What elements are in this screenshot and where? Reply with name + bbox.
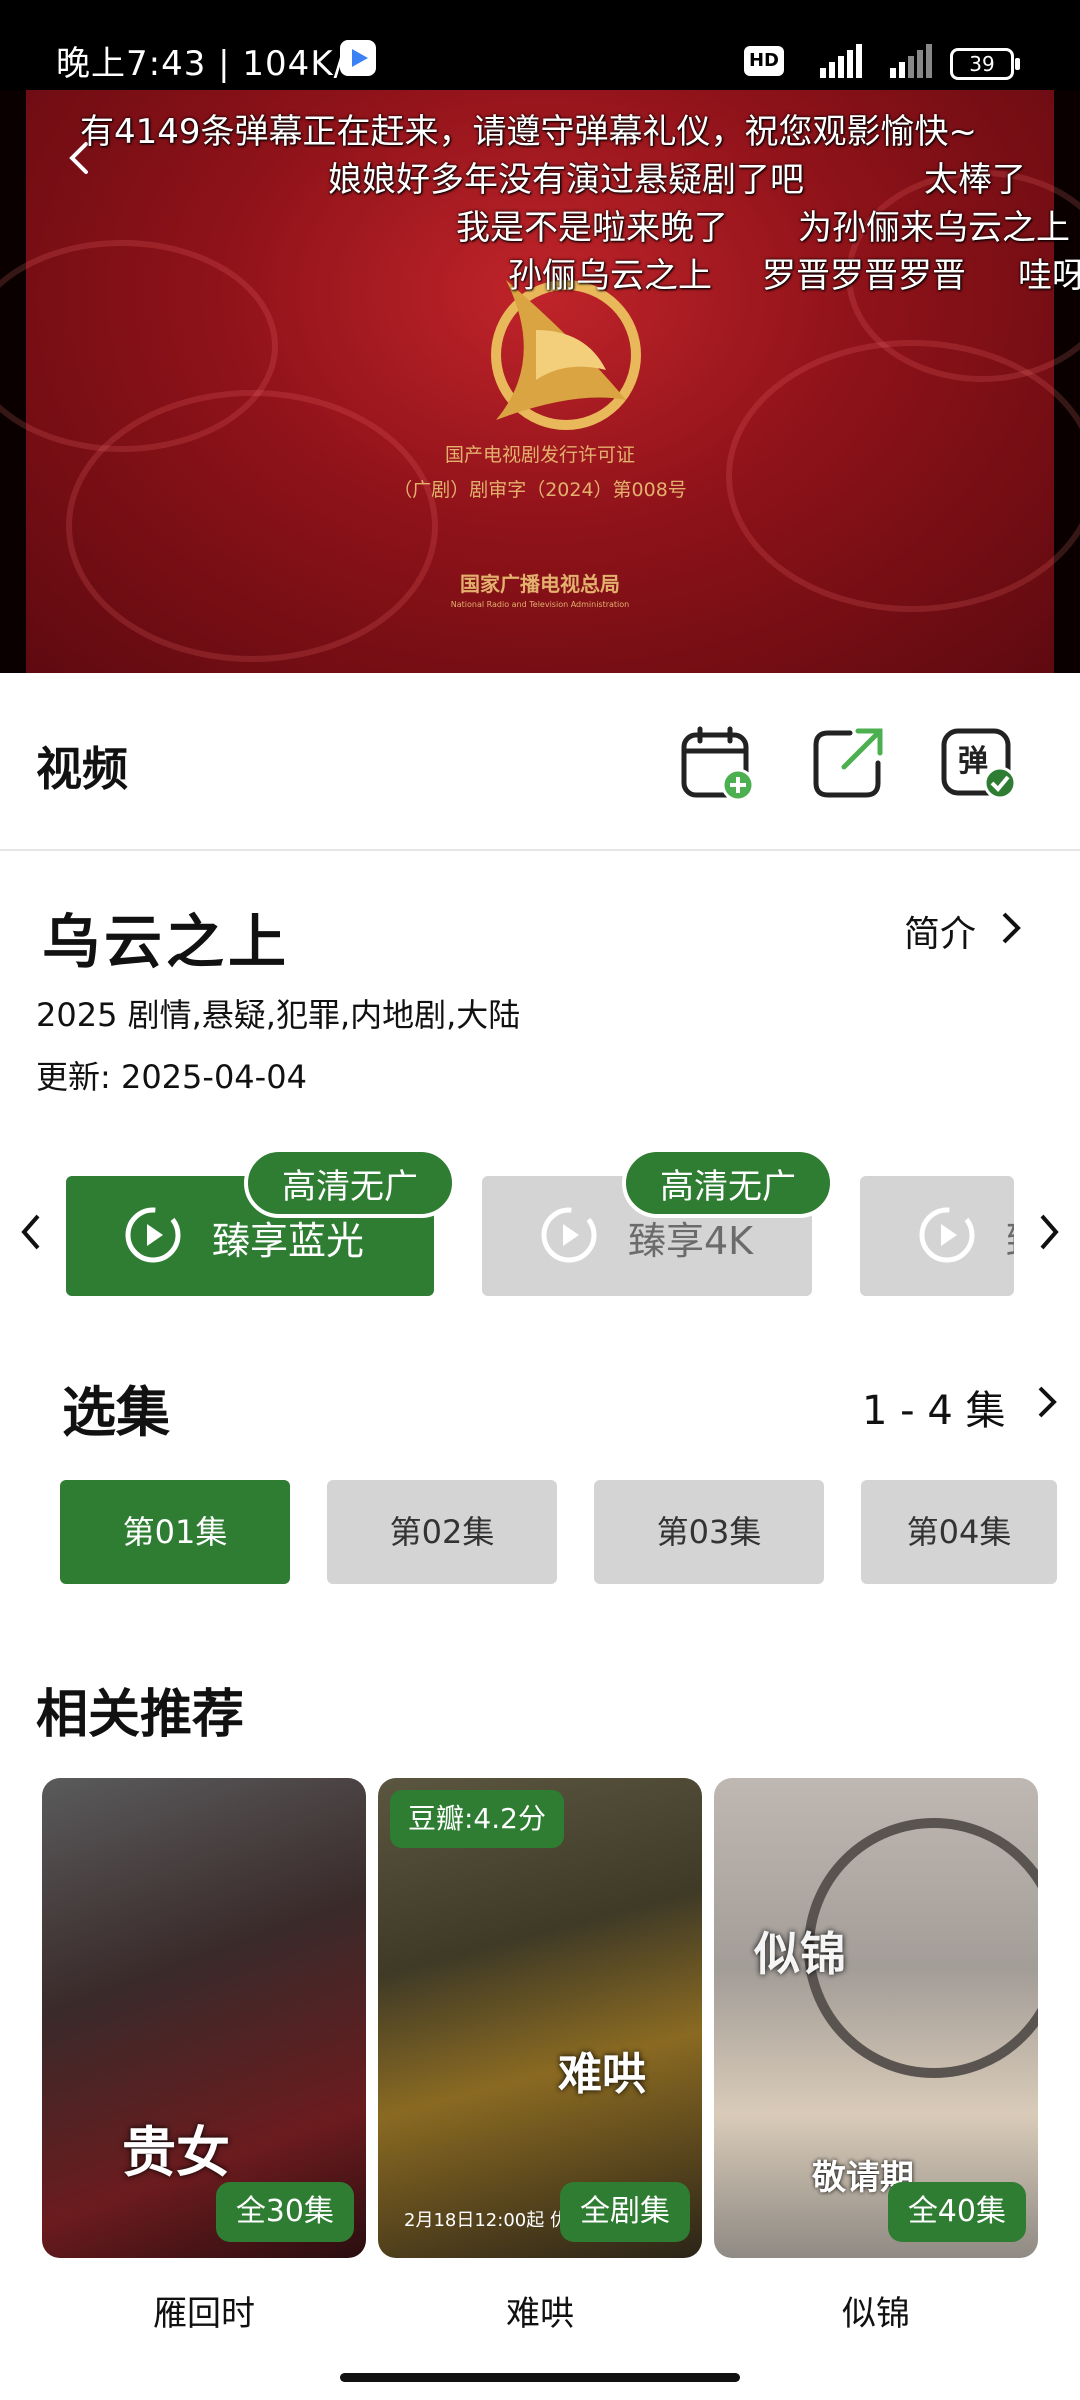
source-label: 臻	[1006, 1210, 1014, 1265]
danmu-icon-label: 弹	[958, 744, 988, 779]
danmu-comment: 我是不是啦来晚了	[456, 208, 728, 248]
poster-title: 贵女	[122, 2121, 230, 2184]
source-badge: 高清无广	[244, 1148, 456, 1218]
show-meta: 2025 剧情,悬疑,犯罪,内地剧,大陆	[36, 996, 521, 1034]
status-time: 晚上7:43 | 104K/s	[56, 44, 365, 84]
chevron-right-icon[interactable]	[998, 908, 1026, 948]
source-third[interactable]: 臻	[860, 1176, 1014, 1296]
video-app-icon	[340, 40, 376, 76]
episode-button[interactable]: 第01集	[60, 1480, 290, 1584]
signal-5g-icon	[820, 44, 862, 78]
episode-button[interactable]: 第02集	[327, 1480, 557, 1584]
play-icon	[541, 1207, 597, 1263]
danmu-comment: 哇呀	[1018, 256, 1080, 296]
recommend-card[interactable]: 贵女 全30集	[42, 1778, 366, 2258]
danmu-comment: 娘娘好多年没有演过悬疑剧了吧	[328, 160, 804, 200]
source-badge: 高清无广	[622, 1148, 834, 1218]
chevron-right-icon[interactable]	[1034, 1210, 1064, 1254]
danmu-comment: 有4149条弹幕正在赶来，请遵守弹幕礼仪，祝您观影愉快~	[80, 112, 978, 152]
show-update: 更新: 2025-04-04	[36, 1058, 307, 1096]
episode-button[interactable]: 第03集	[594, 1480, 824, 1584]
danmu-comment: 为孙俪来乌云之上	[798, 208, 1070, 248]
page-title: 视频	[36, 742, 128, 796]
source-selector: 臻享蓝光 高清无广 臻享4K 高清无广 臻	[0, 1148, 1080, 1300]
battery-level: 39	[969, 52, 995, 76]
poster-title: 难哄	[558, 2049, 646, 2100]
show-title: 乌云之上	[42, 908, 291, 976]
douban-score-badge: 豆瓣:4.2分	[390, 1790, 564, 1848]
battery-icon: 39	[950, 48, 1020, 80]
recommend-name[interactable]: 雁回时	[42, 2286, 366, 2335]
episode-count-badge: 全剧集	[560, 2182, 690, 2242]
recommend-name[interactable]: 难哄	[378, 2286, 702, 2335]
add-to-calendar-icon[interactable]	[680, 725, 756, 801]
recommend-name[interactable]: 似锦	[714, 2286, 1038, 2335]
status-bar: 晚上7:43 | 104K/s HD 39	[0, 0, 1080, 90]
play-icon	[125, 1207, 181, 1263]
recommend-card[interactable]: 豆瓣:4.2分 难哄 2月18日12:00起 优酷 酷喵TV 全剧集	[378, 1778, 702, 2258]
poster-title: 似锦	[754, 1927, 846, 1981]
org-name: 国家广播电视总局	[460, 572, 620, 596]
danmu-comment: 罗晋罗晋罗晋	[762, 256, 966, 296]
poster-date: 2月18日12:00起 优酷 酷喵TV	[404, 2210, 574, 2231]
danmu-comment: 太棒了	[924, 160, 1026, 200]
danmu-toggle-icon[interactable]: 弹	[940, 725, 1016, 801]
danmu-comment: 孙俪乌云之上	[508, 256, 712, 296]
license-number: （广剧）剧审字（2024）第008号	[393, 479, 687, 501]
org-name-en: National Radio and Television Administra…	[450, 600, 630, 609]
cloud-decoration	[66, 390, 438, 662]
hd-voice-icon: HD	[744, 46, 784, 76]
episode-count-badge: 全30集	[215, 2182, 354, 2242]
recommend-card[interactable]: 似锦 敬请期 全40集	[714, 1778, 1038, 2258]
home-indicator[interactable]	[340, 2373, 740, 2382]
video-header: 视频 弹	[0, 673, 1080, 851]
play-icon	[919, 1207, 975, 1263]
intro-link[interactable]: 简介	[904, 905, 976, 957]
signal-4g-icon	[890, 44, 932, 78]
episode-count-badge: 全40集	[887, 2182, 1026, 2242]
episodes-range[interactable]: 1 - 4 集	[862, 1378, 1005, 1436]
episodes-title: 选集	[62, 1381, 170, 1444]
episode-button[interactable]: 第04集	[861, 1480, 1057, 1584]
license-title: 国产电视剧发行许可证	[444, 444, 635, 466]
recommend-title: 相关推荐	[36, 1685, 245, 1745]
share-icon[interactable]	[810, 725, 886, 801]
chevron-left-icon[interactable]	[16, 1210, 46, 1254]
chevron-right-icon[interactable]	[1034, 1382, 1062, 1422]
video-player[interactable]: 国产电视剧发行许可证 （广剧）剧审字（2024）第008号 国家广播电视总局 N…	[0, 90, 1080, 673]
